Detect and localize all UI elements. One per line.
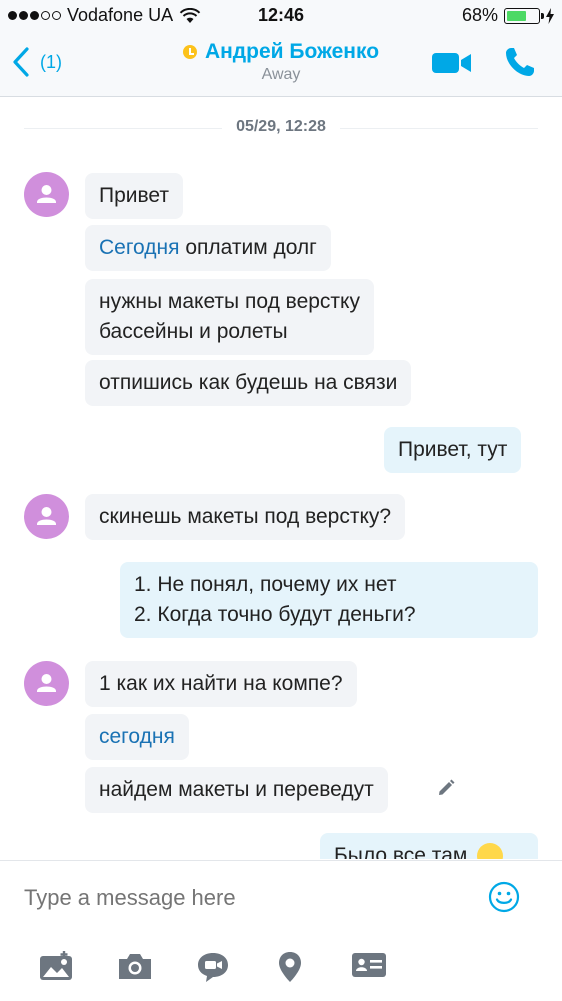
battery-icon xyxy=(504,7,544,24)
message-text: 2. Когда точно будут деньги? xyxy=(134,603,416,626)
composer-toolbar xyxy=(0,951,562,991)
message-text: найдем макеты и переведут xyxy=(99,778,374,801)
share-location-button[interactable] xyxy=(277,951,303,988)
message-input[interactable] xyxy=(24,885,464,911)
emoji-icon xyxy=(488,881,520,913)
message-bubble-outgoing[interactable]: Привет, тут xyxy=(384,427,522,473)
message-bubble[interactable]: Привет xyxy=(85,173,184,219)
message-bubble[interactable]: 1 как их найти на компе? xyxy=(85,661,357,707)
pencil-icon xyxy=(439,779,455,795)
date-separator-label: 05/29, 12:28 xyxy=(222,118,340,135)
message-bubble[interactable]: отпишись как будешь на связи xyxy=(85,360,412,406)
chat-header: (1) Андрей Боженко Away xyxy=(0,30,562,97)
message-link[interactable]: сегодня xyxy=(99,725,175,748)
image-icon xyxy=(40,951,72,980)
avatar[interactable] xyxy=(24,661,69,706)
contact-title[interactable]: Андрей Боженко Away xyxy=(0,40,562,84)
message-text: бассейны и ролеты xyxy=(99,320,288,343)
phone-icon xyxy=(506,48,534,76)
message-bubble-outgoing[interactable]: Было все там xyxy=(320,833,538,859)
status-bar: Vodafone UA 12:46 68% xyxy=(0,0,562,30)
message-text: Было все там xyxy=(334,844,468,859)
avatar[interactable] xyxy=(24,172,69,217)
message-text: Привет xyxy=(99,184,170,207)
message-bubble[interactable]: скинешь макеты под верстку? xyxy=(85,494,406,540)
charging-icon xyxy=(546,7,554,24)
emoji-button[interactable] xyxy=(488,881,520,918)
contact-card-icon xyxy=(352,953,386,977)
battery-info: 68% xyxy=(462,5,554,26)
message-bubble[interactable]: сегодня xyxy=(85,714,189,760)
location-icon xyxy=(279,952,301,982)
user-icon xyxy=(37,185,56,203)
message-bubble[interactable]: нужны макеты под верстку бассейны и роле… xyxy=(85,279,374,355)
user-icon xyxy=(37,507,56,525)
contact-name: Андрей Боженко xyxy=(204,40,380,63)
message-text: 1. Не понял, почему их нет xyxy=(134,573,397,596)
message-text: скинешь макеты под верстку? xyxy=(99,505,392,528)
camera-button[interactable] xyxy=(117,951,153,986)
battery-percent: 68% xyxy=(461,5,498,25)
message-text: 1 как их найти на компе? xyxy=(99,672,343,695)
message-text: нужны макеты под верстку xyxy=(99,290,360,313)
video-message-icon xyxy=(198,953,228,982)
share-contact-button[interactable] xyxy=(351,951,387,984)
composer xyxy=(0,860,562,1001)
user-icon xyxy=(37,674,56,692)
video-camera-icon xyxy=(432,53,471,73)
message-bubble[interactable]: Сегодня оплатим долг xyxy=(85,225,331,271)
date-separator: 05/29, 12:28 xyxy=(24,118,538,138)
message-bubble[interactable]: найдем макеты и переведут xyxy=(85,767,388,813)
video-call-button[interactable] xyxy=(432,52,472,79)
avatar[interactable] xyxy=(24,494,69,539)
message-list[interactable]: 05/29, 12:28 Привет Сегодня оплатим долг… xyxy=(0,97,562,859)
camera-icon xyxy=(119,954,151,979)
video-message-button[interactable] xyxy=(196,951,230,988)
send-image-button[interactable] xyxy=(39,951,75,986)
message-text: отпишись как будешь на связи xyxy=(99,371,398,394)
message-text: оплатим долг xyxy=(179,236,317,259)
audio-call-button[interactable] xyxy=(504,46,536,83)
edited-indicator xyxy=(436,778,456,803)
message-text: Привет, тут xyxy=(398,438,508,461)
away-status-icon xyxy=(182,45,197,59)
contact-status: Away xyxy=(261,66,301,83)
message-bubble-outgoing[interactable]: 1. Не понял, почему их нет 2. Когда точн… xyxy=(120,562,538,638)
smiley-emoticon-icon xyxy=(477,843,504,859)
message-link[interactable]: Сегодня xyxy=(99,236,179,259)
